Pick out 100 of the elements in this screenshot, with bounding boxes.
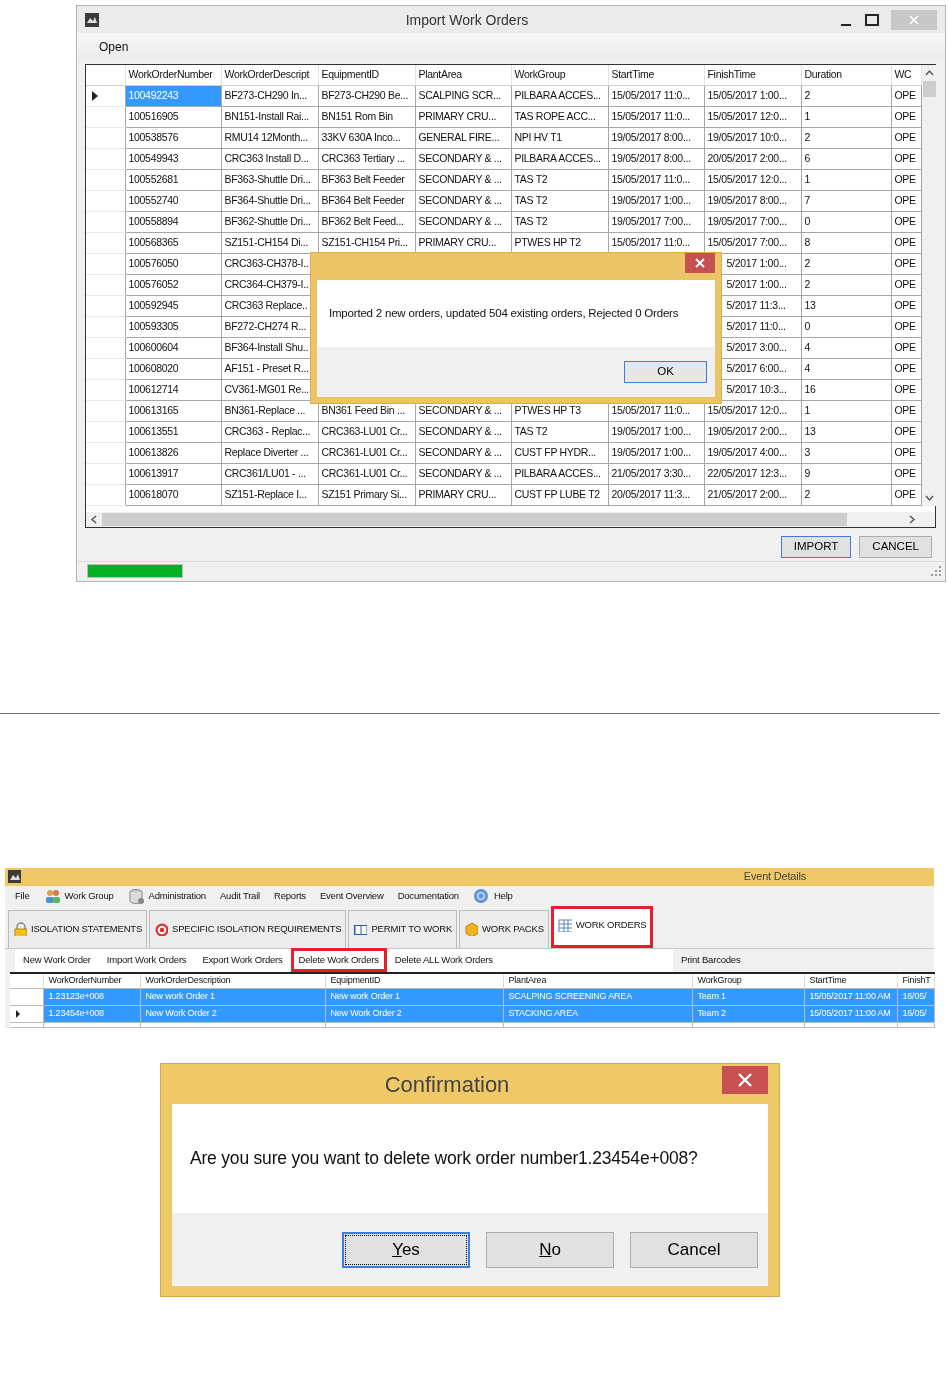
table-cell: OPE [891,484,921,505]
hexagon-icon [464,922,479,936]
column-header[interactable]: FinishTime [704,65,801,85]
menu-item[interactable]: Audit Trail [219,888,260,904]
table-cell: 19/05/2017 1:00... [608,190,704,211]
menu-item[interactable]: Documentation [397,888,459,904]
close-button[interactable] [685,253,715,273]
table-cell: 8 [801,232,891,253]
book-icon [353,922,368,936]
table-cell: 100568365 [125,232,221,253]
cancel-button[interactable]: Cancel [630,1231,758,1268]
horizontal-scrollbar[interactable] [86,511,935,527]
column-header[interactable]: WorkOrderNumber [125,65,221,85]
table-cell: OPE [891,253,921,274]
table-cell: OPE [891,400,921,421]
table-cell: SECONDARY & ... [415,190,511,211]
table-cell: 100600604 [125,337,221,358]
table-cell: CRC361/LU01 - ... [221,463,318,484]
column-header[interactable]: WorkOrderDescription [140,972,325,989]
import-button[interactable]: IMPORT [780,535,852,558]
scrollbar-thumb[interactable] [102,512,847,526]
table-cell: CUST FP LUBE T2 [511,484,608,505]
table-cell: PILBARA ACCES... [511,85,608,106]
menu-item[interactable]: File [15,888,30,904]
table-cell: OPE [891,127,921,148]
table-cell: 100576052 [125,274,221,295]
column-header[interactable]: FinishT [897,972,934,989]
table-cell: 100618070 [125,484,221,505]
people-icon [43,887,61,905]
row-pointer-icon [15,1010,21,1018]
table-cell: OPE [891,211,921,232]
table-cell: 19/05/2017 7:00... [704,211,801,232]
no-button[interactable]: No [486,1231,614,1268]
row-pointer-cell[interactable] [86,85,125,106]
column-header[interactable]: WC [891,65,921,85]
tab[interactable]: SPECIFIC ISOLATION REQUIREMENTS [149,909,347,948]
menu-item[interactable]: Event Overview [319,888,384,904]
table-cell: 100612714 [125,379,221,400]
table-cell: 4 [801,358,891,379]
table-cell: 100613826 [125,442,221,463]
table-cell: OPE [891,85,921,106]
toolbar-button[interactable]: Export Work Orders [194,947,291,973]
table-cell: SECONDARY & ... [415,211,511,232]
column-header[interactable]: StartTime [608,65,704,85]
column-header[interactable]: WorkOrderDescript [221,65,318,85]
database-icon [127,887,145,905]
table-cell: OPE [891,421,921,442]
tab[interactable]: ISOLATION STATEMENTS [8,909,148,948]
table-cell: PILBARA ACCES... [511,463,608,484]
menu-item[interactable]: Work Group [64,888,114,904]
table-cell: OPE [891,106,921,127]
toolbar-button[interactable]: Delete ALL Work Orders [386,947,501,973]
tab[interactable]: WORK PACKS [459,909,549,948]
table-cell: OPE [891,274,921,295]
toolbar-button[interactable]: Import Work Orders [98,947,195,973]
table-cell: SECONDARY & ... [415,148,511,169]
column-header[interactable]: WorkGroup [692,972,804,989]
tab[interactable]: WORK ORDERS [550,905,654,948]
table-cell: SECONDARY & ... [415,442,511,463]
table-cell: 15/05/2017 1:00... [704,85,801,106]
column-header[interactable]: PlantArea [415,65,511,85]
table-cell: OPE [891,148,921,169]
table-cell: 100516905 [125,106,221,127]
column-header[interactable]: WorkOrderNumber [43,972,140,989]
table-cell: RMU14 12Month... [221,127,318,148]
table-cell: 19/05/2017 8:00... [608,148,704,169]
table-cell: SCALPING SCR... [415,85,511,106]
table-cell: OPE [891,169,921,190]
ok-button[interactable]: OK [624,361,707,383]
row-pointer-cell[interactable] [10,1005,43,1023]
table-cell: 13 [801,295,891,316]
column-header[interactable]: EquipmentID [318,65,415,85]
menu-item[interactable]: Open [99,38,129,56]
tab[interactable]: PERMIT TO WORK [348,909,458,948]
column-header[interactable]: Duration [801,65,891,85]
column-header[interactable]: StartTime [804,972,897,989]
table-cell: TAS T2 [511,211,608,232]
close-button[interactable] [722,1066,768,1094]
scrollbar-thumb[interactable] [922,81,936,97]
toolbar-button[interactable]: New Work Order [15,947,99,973]
table-cell: 19/05/2017 8:00... [704,190,801,211]
column-header[interactable]: WorkGroup [511,65,608,85]
table-cell: 15/05/2017 12:0... [704,106,801,127]
column-header[interactable]: PlantArea [503,972,692,989]
table-cell: 9 [801,463,891,484]
toolbar-button[interactable]: Print Barcodes [673,947,749,973]
menu-item[interactable]: Reports [274,888,306,904]
yes-button[interactable]: Yes [342,1231,470,1268]
menu-item[interactable]: Help [493,888,513,904]
resize-grip-icon[interactable] [931,566,941,576]
dialog-message: Are you sure you want to delete work order number1.23454e+008? [190,1147,698,1171]
cancel-button[interactable]: CANCEL [859,535,932,558]
menu-item[interactable]: Administration [148,888,206,904]
dialog-message: Imported 2 new orders, updated 504 existing orders, Rejected 0 Orders [329,305,679,321]
table-cell: 22/05/2017 12:3... [704,463,801,484]
table-cell: TAS T2 [511,190,608,211]
table-cell: 19/05/2017 10:0... [704,127,801,148]
table-cell: CRC363 - Replac... [221,421,318,442]
toolbar-button[interactable]: Delete Work Orders [290,947,387,973]
column-header[interactable]: EquipmentID [325,972,503,989]
